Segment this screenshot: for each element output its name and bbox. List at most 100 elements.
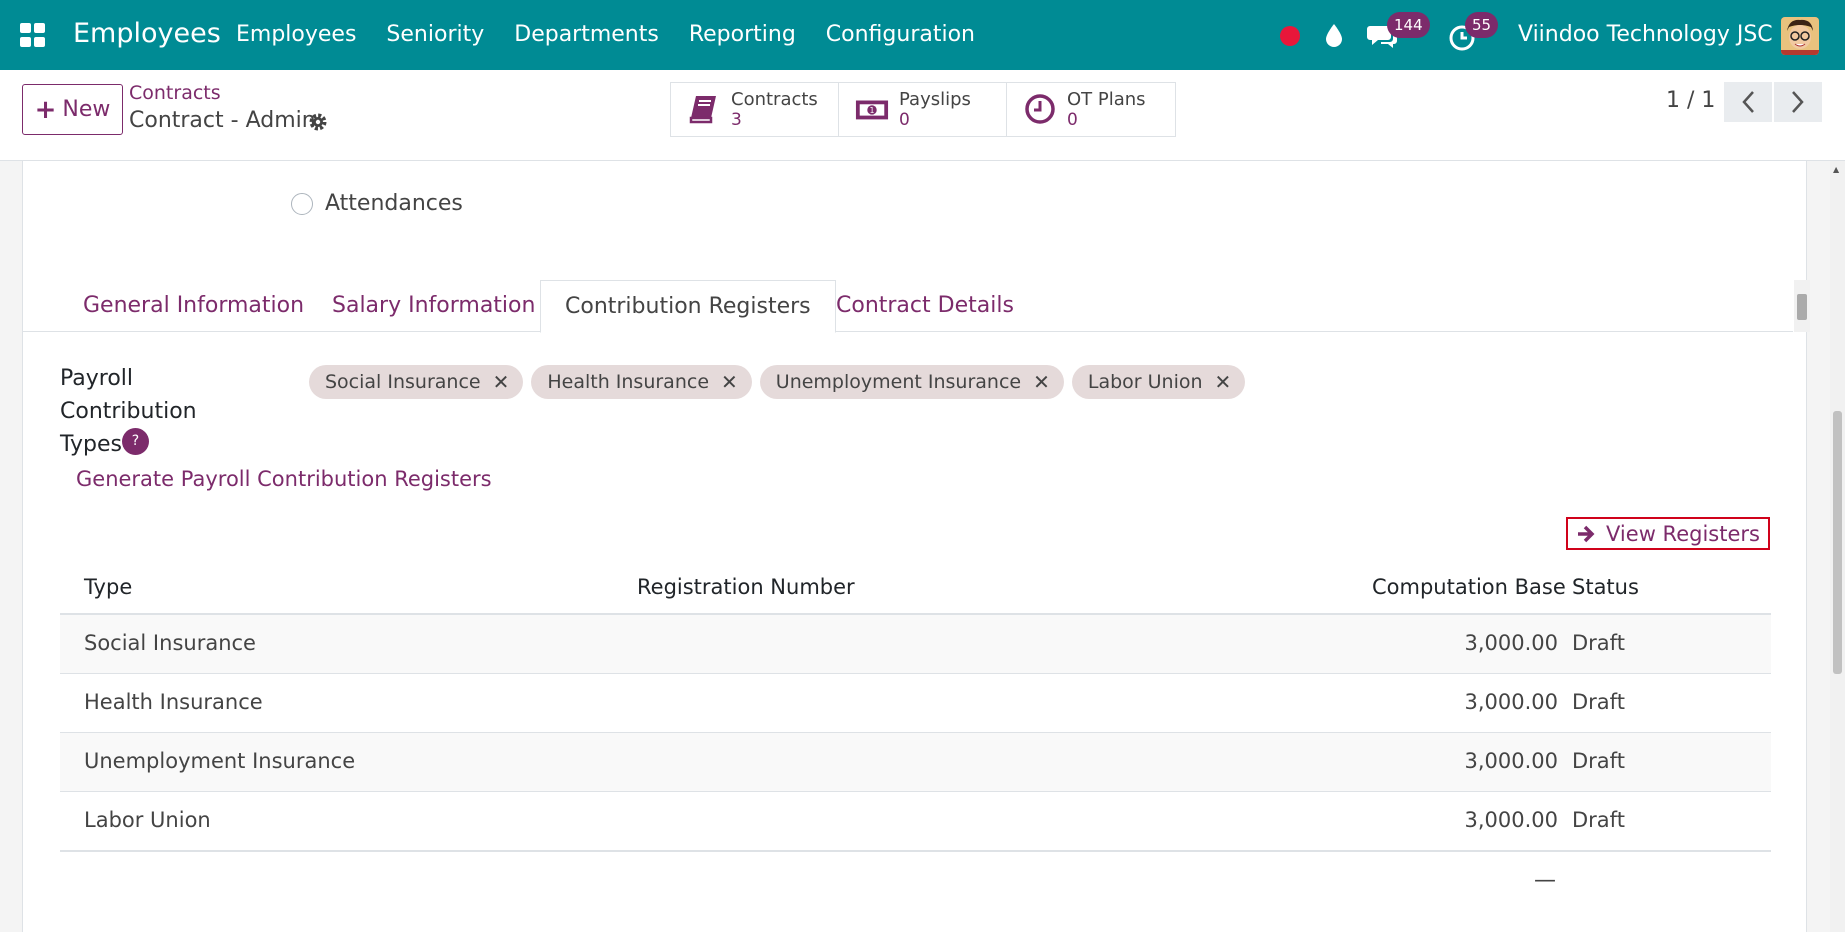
pager-counter[interactable]: 1 / 1 — [1666, 88, 1715, 113]
cell-computation-base: 3,000.00 — [1464, 808, 1558, 832]
breadcrumb-contracts[interactable]: Contracts — [129, 82, 221, 104]
new-button-label: New — [62, 97, 111, 122]
contribution-types-label: Payroll Contribution Types? — [60, 362, 270, 461]
svg-text:1: 1 — [870, 106, 875, 115]
plus-icon: + — [34, 94, 57, 125]
table-row[interactable]: Health Insurance 3,000.00 Draft — [60, 674, 1771, 733]
tab-contribution-registers[interactable]: Contribution Registers — [540, 280, 836, 333]
pager-previous-button[interactable] — [1724, 82, 1772, 122]
attendances-label: Attendances — [325, 191, 463, 216]
company-switcher[interactable]: Viindoo Technology JSC — [1518, 22, 1773, 47]
activities-count-badge: 55 — [1465, 12, 1499, 38]
cell-computation-base: 3,000.00 — [1464, 690, 1558, 714]
cell-type: Health Insurance — [84, 690, 263, 714]
payslips-smart-button[interactable]: 1 Payslips 0 — [839, 83, 1007, 136]
top-navbar: Employees Employees Seniority Department… — [0, 0, 1845, 70]
computation-base-total: — — [1534, 868, 1556, 893]
table-header: Type Registration Number Computation Bas… — [60, 549, 1771, 615]
app-title[interactable]: Employees — [73, 18, 221, 49]
payslips-stat-value: 0 — [899, 110, 910, 130]
page-scrollbar[interactable]: ▲ — [1830, 161, 1845, 932]
attendances-radio[interactable] — [291, 193, 313, 215]
contribution-types-field[interactable]: Social Insurance ✕ Health Insurance ✕ Un… — [309, 365, 1246, 399]
contracts-stat-label: Contracts — [731, 89, 818, 110]
breadcrumb-current: Contract - Admin — [129, 108, 316, 133]
ot-plans-stat-value: 0 — [1067, 110, 1078, 130]
user-avatar[interactable] — [1781, 17, 1819, 55]
tag-unemployment-insurance: Unemployment Insurance ✕ — [759, 365, 1064, 399]
remove-tag-icon[interactable]: ✕ — [721, 370, 738, 394]
form-sheet: Attendances General Information Salary I… — [22, 161, 1810, 932]
recording-indicator-icon[interactable] — [1280, 26, 1300, 46]
table-row[interactable]: Unemployment Insurance 3,000.00 Draft — [60, 733, 1771, 792]
cell-status: Draft — [1572, 749, 1625, 773]
tag-label: Social Insurance — [325, 371, 481, 393]
cell-type: Unemployment Insurance — [84, 749, 356, 773]
arrow-right-icon — [1578, 525, 1595, 542]
pager-next-button[interactable] — [1774, 82, 1822, 122]
tag-health-insurance: Health Insurance ✕ — [531, 365, 752, 399]
cell-computation-base: 3,000.00 — [1464, 631, 1558, 655]
cell-type: Social Insurance — [84, 631, 256, 655]
form-view: Attendances General Information Salary I… — [0, 161, 1830, 932]
contracts-stat-value: 3 — [731, 110, 742, 130]
contracts-smart-button[interactable]: Contracts 3 — [671, 83, 839, 136]
main-menu: Employees Seniority Departments Reportin… — [236, 22, 1005, 47]
gear-icon[interactable] — [308, 112, 328, 132]
help-question-icon[interactable]: ? — [122, 428, 149, 455]
cell-status: Draft — [1572, 808, 1625, 832]
notebook-tabs: General Information Salary Information C… — [23, 280, 1793, 333]
water-drop-icon[interactable] — [1322, 22, 1346, 48]
page-scrollbar-thumb[interactable] — [1833, 411, 1842, 674]
column-header-status[interactable]: Status — [1572, 575, 1639, 599]
table-body: Social Insurance 3,000.00 Draft Health I… — [60, 615, 1771, 851]
control-panel: + New Contracts Contract - Admin Contrac… — [0, 70, 1845, 161]
cell-status: Draft — [1572, 690, 1625, 714]
messages-count-badge: 144 — [1387, 12, 1430, 38]
cell-computation-base: 3,000.00 — [1464, 749, 1558, 773]
chevron-right-icon — [1792, 91, 1804, 113]
apps-menu-icon[interactable] — [20, 23, 46, 47]
contribution-types-label-line1: Payroll Contribution — [60, 366, 197, 424]
view-registers-button[interactable]: View Registers — [1566, 517, 1770, 550]
tag-social-insurance: Social Insurance ✕ — [309, 365, 524, 399]
tag-label: Labor Union — [1087, 371, 1203, 393]
tabs-scrollbar[interactable] — [1794, 280, 1810, 332]
menu-item-configuration[interactable]: Configuration — [826, 22, 975, 47]
menu-item-reporting[interactable]: Reporting — [689, 22, 796, 47]
cell-status: Draft — [1572, 631, 1625, 655]
table-row[interactable]: Social Insurance 3,000.00 Draft — [60, 615, 1771, 674]
smart-buttons: Contracts 3 1 Payslips 0 OT Plans 0 — [670, 82, 1176, 137]
tag-labor-union: Labor Union ✕ — [1071, 365, 1246, 399]
payslips-stat-label: Payslips — [899, 89, 971, 110]
view-registers-label: View Registers — [1606, 521, 1760, 546]
menu-item-departments[interactable]: Departments — [514, 22, 659, 47]
tab-contract-details[interactable]: Contract Details — [812, 280, 1038, 332]
book-icon — [689, 96, 716, 124]
new-button[interactable]: + New — [22, 84, 123, 135]
ot-plans-smart-button[interactable]: OT Plans 0 — [1007, 83, 1175, 136]
scroll-up-arrow-icon[interactable]: ▲ — [1833, 165, 1839, 174]
tab-salary-information[interactable]: Salary Information — [308, 280, 559, 332]
column-header-computation-base[interactable]: Computation Base — [1372, 575, 1566, 599]
remove-tag-icon[interactable]: ✕ — [1215, 370, 1232, 394]
remove-tag-icon[interactable]: ✕ — [1033, 370, 1050, 394]
registers-table: Type Registration Number Computation Bas… — [60, 549, 1771, 905]
menu-item-seniority[interactable]: Seniority — [386, 22, 484, 47]
table-row[interactable]: Labor Union 3,000.00 Draft — [60, 792, 1771, 851]
chevron-left-icon — [1742, 91, 1754, 113]
tab-general-information[interactable]: General Information — [59, 280, 328, 332]
tag-label: Unemployment Insurance — [775, 371, 1022, 393]
contribution-types-label-line2: Types — [60, 432, 122, 457]
money-bill-icon: 1 — [855, 100, 889, 120]
tag-label: Health Insurance — [547, 371, 710, 393]
column-header-registration-number[interactable]: Registration Number — [637, 575, 855, 599]
cell-type: Labor Union — [84, 808, 211, 832]
column-header-type[interactable]: Type — [84, 575, 132, 599]
clock-icon — [1025, 94, 1055, 124]
generate-registers-button[interactable]: Generate Payroll Contribution Registers — [76, 467, 492, 491]
remove-tag-icon[interactable]: ✕ — [493, 370, 510, 394]
menu-item-employees[interactable]: Employees — [236, 22, 356, 47]
ot-plans-stat-label: OT Plans — [1067, 89, 1146, 110]
table-footer: — — [60, 851, 1771, 905]
